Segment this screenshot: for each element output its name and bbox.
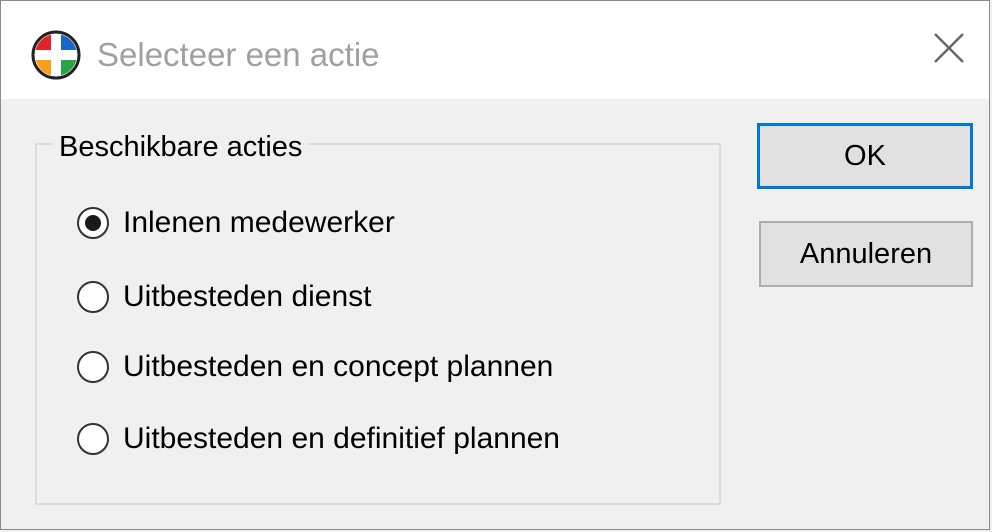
radio-option-uitbesteden-dienst[interactable]: Uitbesteden dienst: [77, 275, 372, 319]
window-title: Selecteer een actie: [97, 36, 380, 73]
close-button[interactable]: [909, 1, 989, 99]
app-cross-icon: [31, 30, 81, 80]
radio-label: Uitbesteden en definitief plannen: [123, 422, 560, 455]
radio-button[interactable]: [77, 207, 109, 239]
title-bar: Selecteer een actie: [1, 1, 989, 99]
groupbox-label: Beschikbare acties: [53, 125, 309, 169]
radio-option-inlenen-medewerker[interactable]: Inlenen medewerker: [77, 201, 395, 245]
radio-option-uitbesteden-definitief[interactable]: Uitbesteden en definitief plannen: [77, 417, 560, 461]
radio-label: Inlenen medewerker: [123, 206, 395, 239]
radio-label: Uitbesteden en concept plannen: [123, 350, 554, 383]
ok-button[interactable]: OK: [757, 123, 973, 189]
radio-selected-dot: [85, 215, 101, 231]
dialog-window: Selecteer een actie Beschikbare acties I…: [0, 0, 990, 530]
radio-button[interactable]: [77, 281, 109, 313]
cancel-button[interactable]: Annuleren: [759, 221, 973, 287]
radio-button[interactable]: [77, 423, 109, 455]
radio-label: Uitbesteden dienst: [123, 280, 372, 313]
close-icon: [931, 30, 967, 71]
radio-button[interactable]: [77, 351, 109, 383]
radio-option-uitbesteden-concept[interactable]: Uitbesteden en concept plannen: [77, 345, 553, 389]
